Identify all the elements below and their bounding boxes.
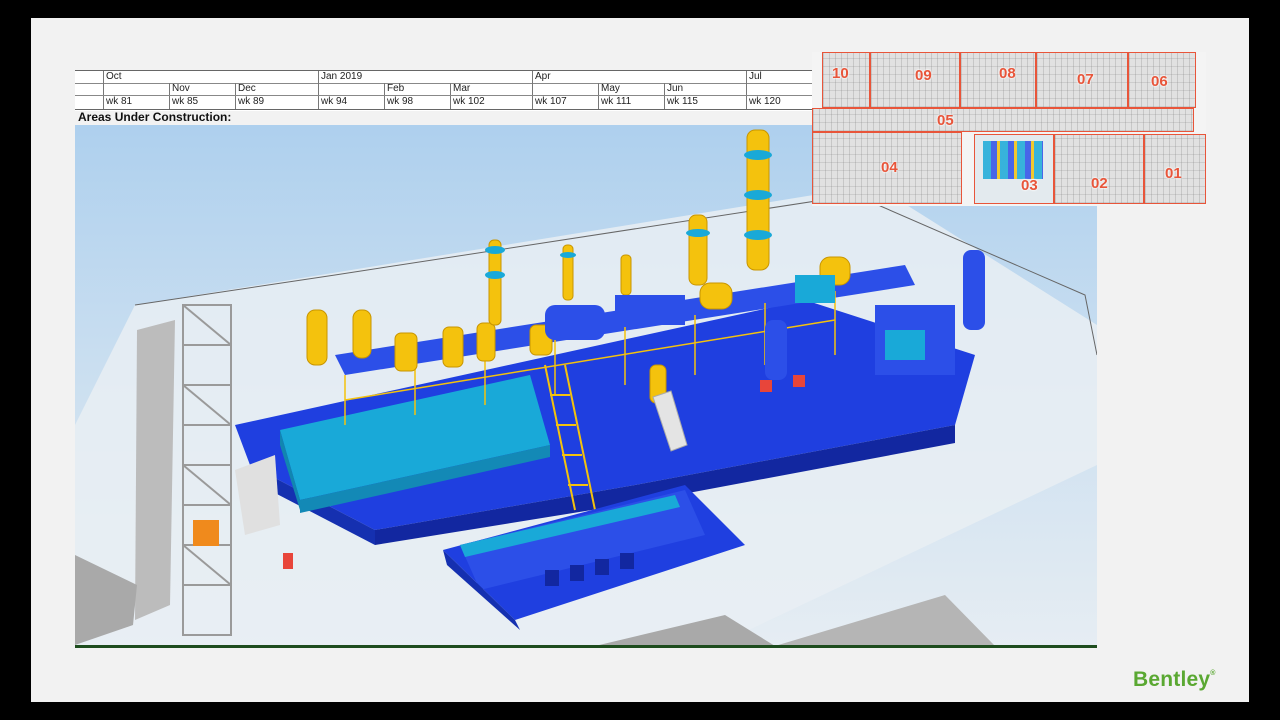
orange-module xyxy=(193,520,219,546)
schedule-timeline: Oct Jan 2019 Apr Jul Nov Dec Feb Mar May… xyxy=(75,70,813,111)
timeline-week: wk 102 xyxy=(450,96,485,109)
area-box-02[interactable]: 02 xyxy=(1054,134,1144,204)
area-box-04[interactable]: 04 xyxy=(812,132,962,204)
timeline-week: wk 115 xyxy=(664,96,698,109)
timeline-month-dec: Dec xyxy=(235,83,256,95)
grey-block xyxy=(775,595,995,646)
timeline-month-jun: Jun xyxy=(664,83,683,95)
area-box-10[interactable]: 10 xyxy=(822,52,870,108)
area-box-03[interactable]: 03 xyxy=(974,134,1054,204)
area-03-equipment xyxy=(983,141,1043,179)
timeline-month-oct: Oct xyxy=(103,71,122,83)
area-number: 02 xyxy=(1091,175,1108,192)
timeline-week: wk 98 xyxy=(384,96,413,109)
area-number: 06 xyxy=(1151,73,1168,90)
timeline-week: wk 107 xyxy=(532,96,567,109)
area-box-07[interactable]: 07 xyxy=(1036,52,1128,108)
brand-name: Bentley xyxy=(1133,668,1211,691)
timeline-month-row-2: Nov Dec Feb Mar May Jun xyxy=(75,83,813,96)
timeline-month-mar: Mar xyxy=(450,83,470,95)
area-number: 04 xyxy=(881,159,898,176)
timeline-week: wk 111 xyxy=(598,96,631,109)
timeline-week: wk 89 xyxy=(235,96,264,109)
bentley-logo: Bentley® xyxy=(1133,668,1216,692)
area-box-08[interactable]: 08 xyxy=(960,52,1036,108)
timeline-month-may: May xyxy=(598,83,620,95)
area-number: 08 xyxy=(999,65,1016,82)
area-key-plan: 10 09 08 07 06 05 04 03 02 01 xyxy=(812,52,1206,206)
grey-wall xyxy=(135,320,175,620)
area-number: 07 xyxy=(1077,71,1094,88)
registered-mark: ® xyxy=(1210,670,1216,677)
area-number: 10 xyxy=(832,65,849,82)
timeline-week-row: wk 81 wk 85 wk 89 wk 94 wk 98 wk 102 wk … xyxy=(75,96,813,110)
area-number: 01 xyxy=(1165,165,1182,182)
area-box-05[interactable]: 05 xyxy=(812,108,1194,132)
area-box-01[interactable]: 01 xyxy=(1144,134,1206,204)
timeline-month-apr: Apr xyxy=(532,71,551,83)
timeline-divider xyxy=(318,83,321,95)
area-number: 03 xyxy=(1021,177,1038,194)
area-number: 09 xyxy=(915,67,932,84)
timeline-week: wk 85 xyxy=(169,96,198,109)
areas-under-construction-label: Areas Under Construction: xyxy=(78,110,232,124)
timeline-week: wk 81 xyxy=(103,96,132,109)
timeline-month-jul: Jul xyxy=(746,71,762,83)
timeline-divider xyxy=(103,83,106,95)
area-number: 05 xyxy=(937,112,954,129)
timeline-divider xyxy=(532,83,535,95)
timeline-month-feb: Feb xyxy=(384,83,404,95)
timeline-month-jan: Jan 2019 xyxy=(318,71,362,83)
timeline-divider xyxy=(746,83,749,95)
timeline-week: wk 94 xyxy=(318,96,347,109)
timeline-month-nov: Nov xyxy=(169,83,190,95)
area-box-09[interactable]: 09 xyxy=(870,52,960,108)
viewport-baseline xyxy=(75,645,1097,648)
timeline-week: wk 120 xyxy=(746,96,781,109)
area-box-06[interactable]: 06 xyxy=(1128,52,1196,108)
